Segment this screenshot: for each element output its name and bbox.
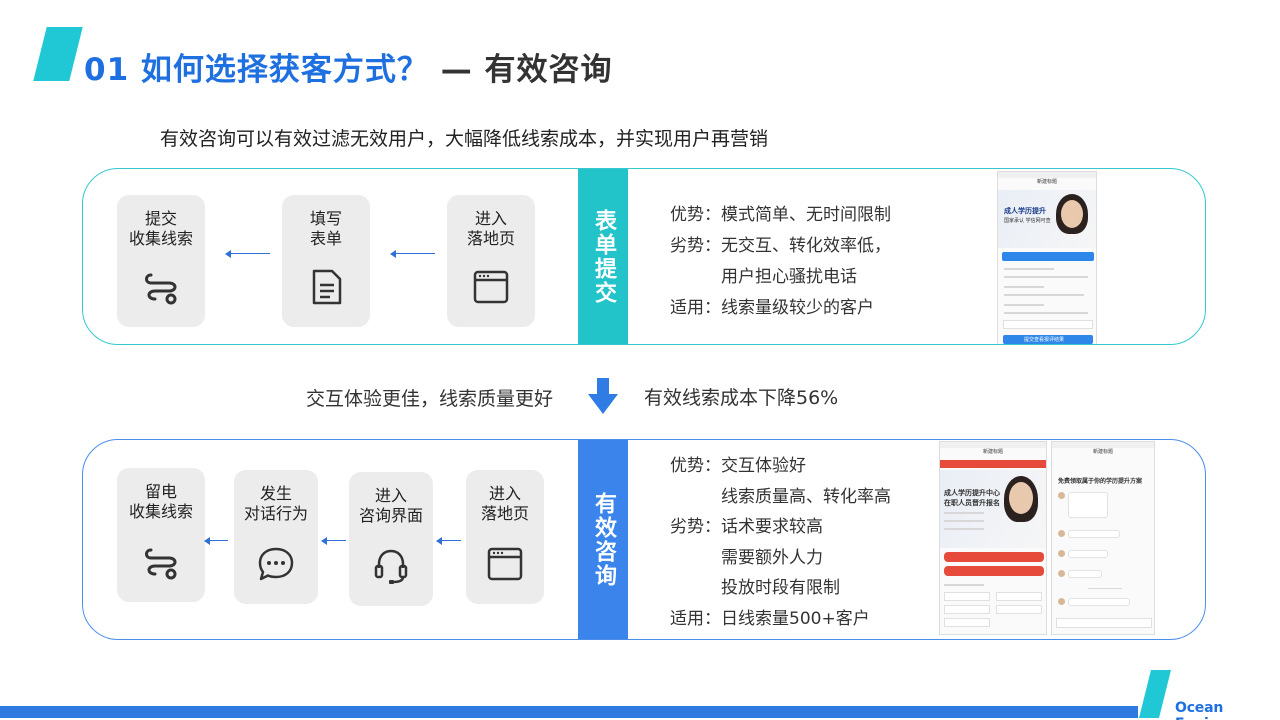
step-card-consult-ui: 进入 咨询界面 <box>349 472 433 606</box>
brand-logo-text: Ocean Engine <box>1175 700 1228 720</box>
flow-arrow <box>225 249 270 258</box>
step-card-label: 进入 落地页 <box>480 484 529 523</box>
link-icon <box>145 273 177 305</box>
flow-arrow <box>204 536 228 545</box>
form-phone-screenshot: 新建标题 成人学历提升 国家承认 学信网可查 提交查看报评结果 <box>997 171 1097 344</box>
step-card-label: 发生 对话行为 <box>243 484 308 523</box>
footer-line <box>0 706 1138 718</box>
flow-arrow <box>321 536 346 545</box>
mid-left-text: 交互体验更佳，线索质量更好 <box>306 388 554 410</box>
band-form-submit: 表单提交 <box>578 169 628 344</box>
mid-right-text: 有效线索成本下降56% <box>644 387 839 409</box>
flow-arrow <box>436 536 461 545</box>
page-title-separator: — <box>428 52 485 88</box>
intro-text: 有效咨询可以有效过滤无效用户，大幅降低线索成本，并实现用户再营销 <box>160 128 769 150</box>
form-pros-cons: 优势：模式简单、无时间限制 劣势：无交互、转化效率低， 用户担心骚扰电话 适用：… <box>670 205 891 318</box>
step-card-label: 留电 收集线索 <box>128 482 193 521</box>
step-card-dialog: 发生 对话行为 <box>234 470 318 604</box>
page-title: 01 如何选择获客方式？ — 有效咨询 <box>84 44 613 89</box>
link-icon <box>145 548 177 580</box>
step-card-fill-form: 填写 表单 <box>282 195 370 327</box>
step-card-enter-landing: 进入 落地页 <box>466 470 544 604</box>
band-effective-consult: 有效咨询 <box>578 440 628 639</box>
step-card-leave-phone: 留电 收集线索 <box>117 468 205 602</box>
footer-accent <box>1139 670 1171 718</box>
browser-window-icon <box>473 270 509 304</box>
consult-phone-screenshot-a: 新建标题 成人学历提升中心 在职人员晋升报名 <box>939 441 1047 635</box>
step-card-enter-landing: 进入 落地页 <box>447 195 535 327</box>
down-arrow-icon <box>588 378 618 414</box>
headset-icon <box>374 549 408 584</box>
step-card-label: 进入 落地页 <box>466 209 515 248</box>
step-card-submit-collect: 提交 收集线索 <box>117 195 205 327</box>
step-card-label: 进入 咨询界面 <box>358 486 423 525</box>
step-card-label: 填写 表单 <box>309 209 342 248</box>
consult-panel: 留电 收集线索 发生 对话行为 进入 咨询界面 进入 落地页 有效咨询 优势：交… <box>82 439 1206 640</box>
form-submit-panel: 提交 收集线索 填写 表单 进入 落地页 表单提交 优势：模式简单、无时间限制 … <box>82 168 1206 345</box>
title-accent-bar <box>33 27 83 81</box>
document-icon <box>312 269 342 305</box>
page-title-sub: 有效咨询 <box>484 52 613 88</box>
step-card-label: 提交 收集线索 <box>128 209 193 248</box>
page-title-main: 01 如何选择获客方式？ <box>84 52 429 88</box>
flow-arrow <box>390 249 435 258</box>
consult-pros-cons: 优势：交互体验好 线索质量高、转化率高 劣势：话术要求较高 需要额外人力 投放时… <box>670 456 891 629</box>
consult-phone-screenshot-b: 新建标题 免费领取属于你的学历提升方案 <box>1051 441 1155 635</box>
browser-window-icon <box>487 547 523 581</box>
chat-bubble-icon <box>258 547 294 581</box>
